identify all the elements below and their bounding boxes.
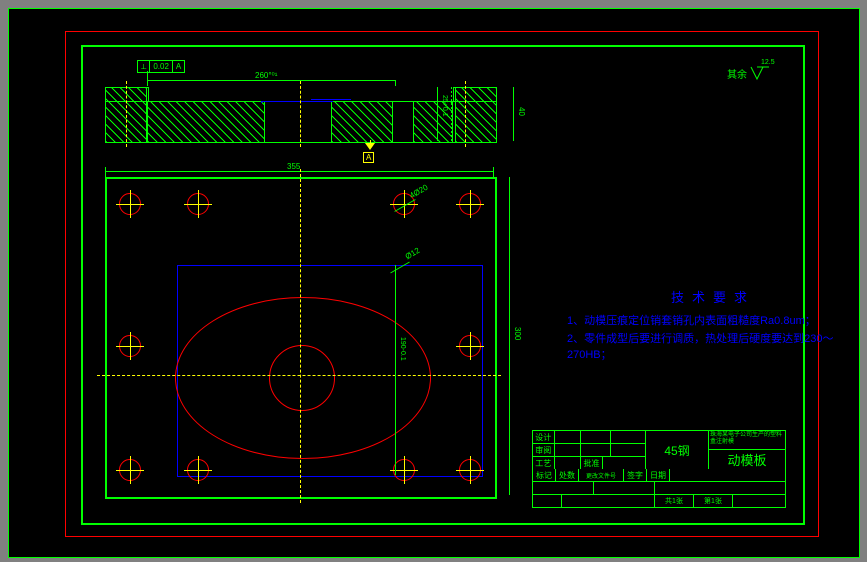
hole-tl2 (187, 193, 209, 215)
hatch-4 (455, 87, 497, 143)
tech-req-line-1: 1、动模压痕定位销套销孔内表面粗糙度Ra0.8um； (567, 312, 859, 328)
section-blue-step (311, 99, 351, 103)
section-centerline-right (465, 81, 466, 147)
section-centerline-main (300, 81, 301, 147)
hole-bl2 (187, 459, 209, 481)
section-small-dim-line (437, 87, 438, 141)
tb-part-name: 动模板 (709, 450, 785, 469)
tb-count: 处数 (556, 469, 579, 481)
tech-req-line-2: 2、零件成型后要进行调质，热处理后硬度要达到230～270HB； (567, 330, 859, 362)
hole-br2 (393, 459, 415, 481)
plan-right-dim-line (509, 177, 510, 495)
plan-inner-dim: 190-0.1 (399, 337, 406, 361)
section-small-dim: 25+0.1 (441, 95, 448, 117)
title-block: 设计 审阅 工艺 批准 45钢 (532, 430, 786, 508)
tech-req-title: 技术要求 (567, 287, 859, 306)
tb-product: 珠海某电子公司生产的塑料盒注射模 (709, 431, 785, 450)
plan-center-bore (269, 345, 335, 411)
hole-tl (119, 193, 141, 215)
plan-top-dim: 355 (287, 162, 300, 171)
datum-a-label: A (363, 152, 374, 163)
gtol-symbol: ⟂ (138, 61, 150, 72)
plan-ext-2 (493, 167, 494, 177)
section-centerline-left (126, 81, 127, 147)
plan-centerline-h (97, 375, 501, 376)
hole-bl (119, 459, 141, 481)
tb-material: 45钢 (646, 431, 709, 469)
datum-stem (370, 140, 371, 144)
tb-mark: 标记 (533, 469, 556, 481)
plan-right-dim: 300 (513, 327, 522, 340)
tb-approve-label: 批准 (581, 457, 603, 469)
section-height-dim: 40 (517, 107, 526, 116)
tb-sheet-total: 共1张 (655, 495, 694, 507)
plan-ext-1 (105, 167, 106, 177)
break-line-1 (451, 87, 452, 141)
surface-finish-default: 其余 12.5 (727, 65, 771, 81)
plan-centerline-v (300, 169, 301, 503)
hatch-2 (331, 101, 393, 143)
tb-date: 日期 (647, 469, 670, 481)
plan-inner-dim-line (395, 265, 396, 475)
gtol-value: 0.02 (150, 61, 173, 72)
ext-line-2 (395, 80, 396, 86)
hole-br (459, 459, 481, 481)
hatch-1 (147, 101, 265, 143)
tb-process-label: 工艺 (533, 457, 555, 469)
section-height-dim-line (513, 87, 514, 141)
hole-mr (459, 335, 481, 357)
surface-finish-value: 12.5 (761, 59, 775, 66)
section-top-dim: 260°⁰¹ (255, 71, 277, 80)
ext-line-1 (147, 80, 148, 86)
hole-ml (119, 335, 141, 357)
tb-change-doc: 更改文件号 (579, 469, 624, 481)
tb-review-label: 审阅 (533, 444, 555, 456)
tb-sheet-num: 第1张 (694, 495, 733, 507)
tb-sign: 签字 (624, 469, 647, 481)
cad-canvas: ⟂ 0.02 A 260°⁰¹ 40 25+0.1 (8, 8, 860, 558)
hole-tr (459, 193, 481, 215)
geometric-tolerance-box: ⟂ 0.02 A (137, 60, 185, 73)
gtol-datum: A (173, 61, 184, 72)
surface-finish-icon (749, 65, 771, 81)
section-blue-v1 (261, 101, 262, 103)
tb-design-label: 设计 (533, 431, 555, 443)
datum-a-indicator: A (365, 143, 376, 161)
technical-requirements: 技术要求 1、动模压痕定位销套销孔内表面粗糙度Ra0.8um； 2、零件成型后要… (567, 287, 859, 364)
plan-top-dim-line (105, 171, 493, 172)
section-top-dim-line (147, 80, 395, 81)
surface-finish-label: 其余 (727, 66, 747, 81)
